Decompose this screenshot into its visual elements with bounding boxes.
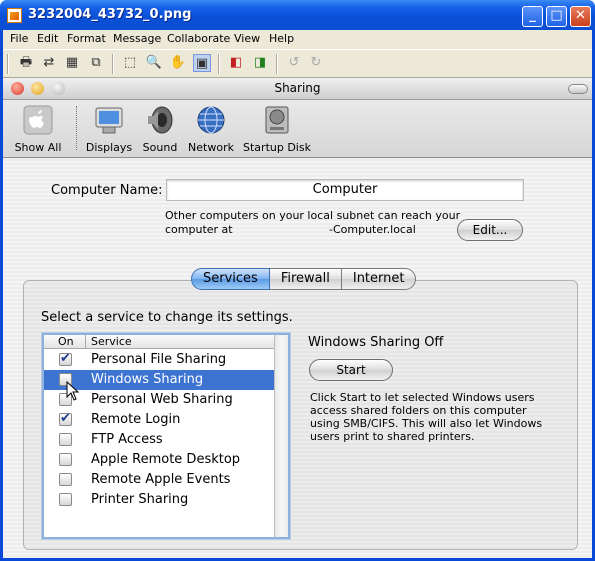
toolbar-separator [218, 54, 220, 74]
fit-page-icon[interactable]: ▣ [193, 54, 211, 72]
network-button[interactable]: Network [186, 104, 236, 154]
description-line: access shared folders on this computer [310, 404, 527, 417]
minimize-button[interactable]: _ [522, 6, 543, 27]
service-name: FTP Access [91, 432, 163, 447]
layout-b-icon[interactable]: ◨ [251, 54, 269, 72]
service-name: Remote Apple Events [91, 472, 231, 487]
sharing-title: Sharing [274, 81, 321, 95]
service-checkbox[interactable] [59, 351, 72, 366]
instruction-text: Select a service to change its settings. [41, 310, 293, 325]
menu-edit[interactable]: Edit [37, 32, 58, 45]
zoom-icon[interactable]: 🔍 [145, 54, 163, 72]
app-title: 3232004_43732_0.png [28, 7, 192, 22]
column-service[interactable]: Service [91, 335, 132, 348]
service-name: Remote Login [91, 412, 181, 427]
tab-internet[interactable]: Internet [341, 268, 417, 290]
menu-message[interactable]: Message [113, 32, 161, 45]
edit-button[interactable]: Edit... [457, 219, 523, 241]
list-item[interactable]: Remote Login [44, 410, 274, 430]
displays-button[interactable]: Displays [85, 104, 133, 154]
app-icon[interactable] [7, 8, 22, 23]
layout-a-icon[interactable]: ◧ [227, 54, 245, 72]
local-hostname: -Computer.local [329, 223, 416, 236]
pan-hand-icon[interactable]: ✋ [169, 54, 187, 72]
rotate-right-icon[interactable]: ↻ [307, 54, 325, 72]
startup-disk-label: Startup Disk [243, 141, 311, 154]
sharing-window: Sharing Show All Displays Sound Network … [3, 78, 592, 558]
service-checkbox[interactable] [59, 493, 72, 506]
toolbar-divider [76, 106, 77, 150]
app-titlebar[interactable]: 3232004_43732_0.png _ □ ✕ [0, 0, 595, 30]
service-checkbox[interactable] [59, 433, 72, 446]
select-rect-icon[interactable]: ⬚ [121, 54, 139, 72]
toolbar-separator [112, 54, 114, 74]
globe-icon [197, 106, 225, 134]
description-line: users print to shared printers. [310, 430, 475, 443]
toolbar-grip [7, 54, 9, 74]
show-all-button[interactable]: Show All [11, 104, 65, 154]
computer-name-field[interactable]: Computer [166, 179, 524, 201]
menu-help[interactable]: Help [269, 32, 294, 45]
app-toolbar: 🖶 ⇄ ▦ ⧉ ⬚ 🔍 ✋ ▣ ◧ ◨ ↺ ↻ [3, 49, 592, 78]
service-name: Personal File Sharing [91, 352, 227, 367]
close-button[interactable]: ✕ [570, 6, 591, 27]
subnet-note-line1: Other computers on your local subnet can… [165, 209, 461, 222]
menu-file[interactable]: File [10, 32, 28, 45]
service-name: Windows Sharing [91, 372, 204, 387]
menubar: File Edit Format Message Collaborate Vie… [3, 30, 592, 49]
computer-name-label: Computer Name: [51, 183, 163, 198]
sound-button[interactable]: Sound [140, 104, 180, 154]
maximize-button[interactable]: □ [546, 6, 567, 27]
subnet-note-prefix: computer at [165, 223, 233, 236]
tab-services[interactable]: Services [191, 268, 270, 290]
service-checkbox[interactable] [59, 473, 72, 486]
list-item[interactable]: Remote Apple Events [44, 470, 274, 490]
service-checkbox[interactable] [59, 453, 72, 466]
description-line: Click Start to let selected Windows user… [310, 391, 535, 404]
list-item[interactable]: Personal File Sharing [44, 350, 274, 370]
sharing-titlebar: Sharing [3, 78, 592, 100]
column-divider [85, 335, 86, 349]
apple-icon [23, 105, 53, 135]
display-icon [95, 107, 123, 134]
service-name: Apple Remote Desktop [91, 452, 241, 467]
start-button[interactable]: Start [309, 359, 393, 381]
toolbar-toggle-button[interactable] [568, 84, 588, 94]
mouse-pointer-icon [66, 381, 80, 401]
list-scrollbar[interactable] [274, 335, 288, 537]
service-name: Printer Sharing [91, 492, 189, 507]
speaker-icon [148, 106, 173, 134]
network-label: Network [188, 141, 234, 154]
prefs-toolbar: Show All Displays Sound Network Startup … [3, 100, 592, 158]
list-item[interactable]: Apple Remote Desktop [44, 450, 274, 470]
print-icon[interactable]: 🖶 [17, 54, 35, 72]
displays-label: Displays [85, 141, 133, 154]
grid-icon[interactable]: ▦ [63, 54, 81, 72]
show-all-label: Show All [14, 141, 62, 154]
services-list[interactable]: On Service Personal File Sharing Windows… [42, 333, 290, 539]
service-name: Personal Web Sharing [91, 392, 233, 407]
service-status: Windows Sharing Off [308, 335, 444, 350]
sharing-tabs: Services Firewall Internet [191, 268, 417, 290]
service-checkbox[interactable] [59, 411, 72, 426]
column-on[interactable]: On [58, 335, 74, 348]
toolbar-separator [276, 54, 278, 74]
export-icon[interactable]: ⇄ [40, 54, 58, 72]
menu-format[interactable]: Format [67, 32, 106, 45]
list-item[interactable]: Printer Sharing [44, 490, 274, 510]
sound-label: Sound [142, 141, 178, 154]
menu-view[interactable]: View [234, 32, 260, 45]
list-item[interactable]: FTP Access [44, 430, 274, 450]
startup-disk-button[interactable]: Startup Disk [243, 104, 311, 154]
description-line: using SMB/CIFS. This will also let Windo… [310, 417, 543, 430]
copy-icon[interactable]: ⧉ [87, 54, 105, 72]
rotate-left-icon[interactable]: ↺ [285, 54, 303, 72]
app-window: 3232004_43732_0.png _ □ ✕ File Edit Form… [0, 0, 595, 561]
hard-disk-icon [265, 106, 289, 134]
tab-firewall[interactable]: Firewall [269, 268, 342, 290]
list-header: On Service [44, 335, 274, 349]
menu-collaborate[interactable]: Collaborate [167, 32, 230, 45]
